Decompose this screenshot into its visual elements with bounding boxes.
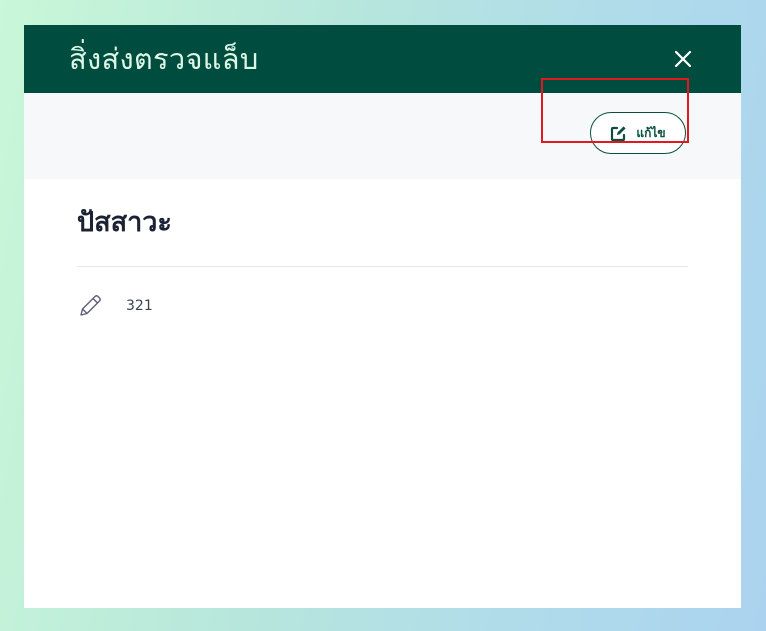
modal-header: สิ่งส่งตรวจแล็บ	[24, 25, 741, 93]
divider	[77, 266, 688, 267]
pencil-icon	[80, 295, 101, 316]
modal-content: ปัสสาวะ 321	[24, 203, 741, 319]
specimen-value: 321	[126, 298, 153, 314]
edit-square-icon	[611, 125, 626, 141]
modal-title: สิ่งส่งตรวจแล็บ	[69, 42, 259, 76]
specimen-value-row: 321	[77, 293, 688, 319]
specimen-name: ปัสสาวะ	[77, 207, 172, 238]
edit-button[interactable]: แก้ไข	[590, 112, 686, 154]
close-button[interactable]	[671, 47, 695, 71]
edit-button-label: แก้ไข	[636, 125, 666, 140]
modal-toolbar: แก้ไข	[24, 93, 741, 179]
close-icon	[674, 50, 692, 68]
lab-specimen-modal: สิ่งส่งตรวจแล็บ แก้ไข ปัสสาวะ 321	[24, 25, 741, 608]
